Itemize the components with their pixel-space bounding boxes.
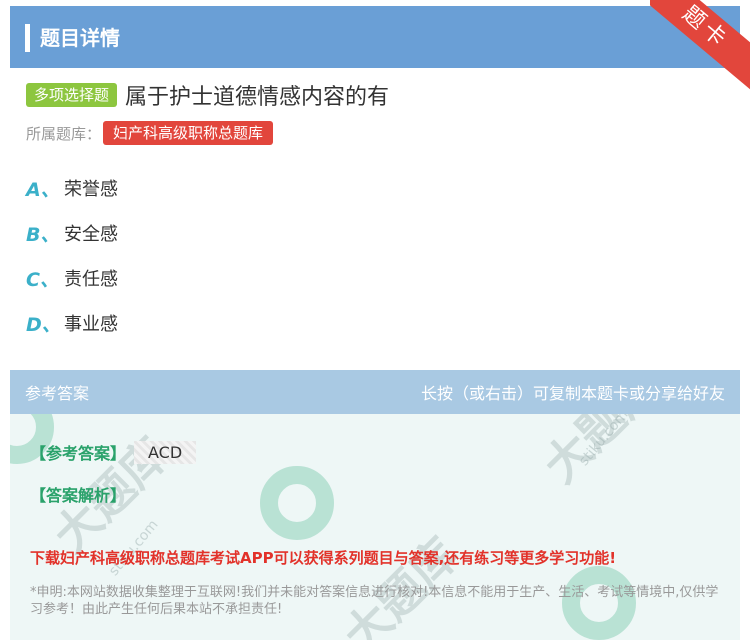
answer-panel: 大题库 大题库 大题库 stiku.com stiku.com 参考答案 长按（… <box>10 370 740 640</box>
ribbon-label[interactable]: 题卡 <box>650 0 750 90</box>
answer-panel-title: 参考答案 <box>25 384 90 403</box>
options-list: A、 荣誉感 B、 安全感 C、 责任感 D、 事业感 <box>26 173 118 353</box>
option-text: 安全感 <box>64 224 118 245</box>
bank-label: 所属题库： <box>26 124 102 143</box>
answer-row: 【参考答案】 ACD <box>30 440 197 464</box>
watermark-logo-icon <box>260 466 334 540</box>
analysis-label: 【答案解析】 <box>30 486 127 505</box>
option-letter: A、 <box>26 178 60 201</box>
disclaimer-text: *申明:本网站数据收集整理于互联网!我们并未能对答案信息进行核对!本信息不能用于… <box>30 585 719 617</box>
card-ribbon[interactable]: 题卡 <box>650 0 750 90</box>
download-app-link[interactable]: 下载妇产科高级职称总题库考试APP可以获得系列题目与答案,还有练习等更多学习功能… <box>30 547 616 568</box>
option-c[interactable]: C、 责任感 <box>26 263 118 293</box>
answer-panel-header: 参考答案 长按（或右击）可复制本题卡或分享给好友 <box>10 370 740 414</box>
option-letter: C、 <box>26 268 59 291</box>
option-letter: D、 <box>26 313 61 336</box>
answer-value: ACD <box>134 440 197 464</box>
option-letter: B、 <box>26 223 60 246</box>
header-accent-bar <box>25 24 30 52</box>
share-hint: 长按（或右击）可复制本题卡或分享给好友 <box>420 384 725 403</box>
watermark-url-icon: stiku.com <box>575 406 632 470</box>
option-text: 责任感 <box>64 269 118 290</box>
page-title: 题目详情 <box>40 26 120 50</box>
option-text: 事业感 <box>64 314 118 335</box>
question-type-badge: 多项选择题 <box>26 83 118 107</box>
bank-tag[interactable]: 妇产科高级职称总题库 <box>103 121 274 145</box>
question-row: 多项选择题 属于护士道德情感内容的有 <box>26 80 389 110</box>
answer-label: 【参考答案】 <box>30 444 127 463</box>
question-text: 属于护士道德情感内容的有 <box>125 85 390 110</box>
option-b[interactable]: B、 安全感 <box>26 218 118 248</box>
page-header: 题目详情 <box>10 6 740 68</box>
bank-row: 所属题库： 妇产科高级职称总题库 <box>26 121 274 145</box>
option-d[interactable]: D、 事业感 <box>26 308 118 338</box>
watermark-icon: 大题库 <box>333 527 470 640</box>
option-text: 荣誉感 <box>64 179 118 200</box>
option-a[interactable]: A、 荣誉感 <box>26 173 118 203</box>
